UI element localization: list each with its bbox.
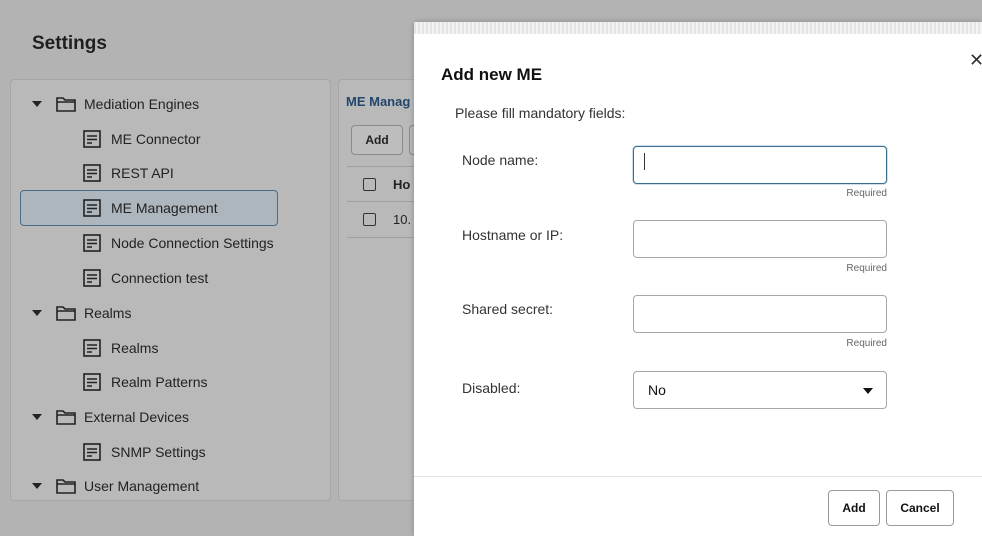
tree-item-node-connection-settings[interactable]: Node Connection Settings <box>83 231 274 255</box>
page-title: Settings <box>32 33 107 54</box>
disabled-label: Disabled: <box>462 380 521 396</box>
row-checkbox[interactable] <box>363 213 376 226</box>
tree-item-label: External Devices <box>84 409 190 425</box>
disabled-select-value: No <box>648 382 666 398</box>
node-name-label: Node name: <box>462 152 539 168</box>
dialog-subtitle: Please fill mandatory fields: <box>455 105 626 121</box>
tree-item-connection-test[interactable]: Connection test <box>83 266 208 290</box>
tree-item-realms[interactable]: Realms <box>83 336 158 360</box>
dialog-title: Add new ME <box>441 65 543 84</box>
tree-item-rest-api[interactable]: REST API <box>83 161 174 185</box>
document-icon <box>83 164 101 182</box>
tree-item-label: ME Connector <box>111 131 201 147</box>
document-icon <box>83 130 101 148</box>
text-cursor <box>644 153 645 170</box>
expand-caret-icon[interactable] <box>32 414 42 420</box>
tree-item-label: ME Management <box>111 200 218 216</box>
dialog-top-edge <box>414 22 982 34</box>
close-icon[interactable]: ✕ <box>969 50 982 71</box>
shared-secret-input[interactable] <box>633 295 887 333</box>
add-button[interactable]: Add <box>828 490 880 526</box>
hostname-required-hint: Required <box>846 263 887 274</box>
document-icon <box>83 234 101 252</box>
document-icon <box>83 373 101 391</box>
tree-item-label: User Management <box>84 478 200 494</box>
hostname-input[interactable] <box>633 220 887 258</box>
expand-caret-icon[interactable] <box>32 483 42 489</box>
tree-item-label: Realms <box>111 340 159 356</box>
tree-item-realms-folder[interactable]: Realms <box>32 301 131 325</box>
document-icon <box>83 199 101 217</box>
chevron-down-icon <box>863 388 873 394</box>
tree-item-me-management[interactable]: ME Management <box>83 196 218 220</box>
shared-secret-label: Shared secret: <box>462 301 554 317</box>
folder-icon <box>56 409 76 425</box>
breadcrumb: ME Manag <box>346 94 411 109</box>
tree-item-external-devices[interactable]: External Devices <box>32 405 189 429</box>
tree-item-mediation-engines[interactable]: Mediation Engines <box>32 92 199 116</box>
tree-item-realm-patterns[interactable]: Realm Patterns <box>83 370 207 394</box>
disabled-select[interactable]: No <box>633 371 887 409</box>
expand-caret-icon[interactable] <box>32 101 42 107</box>
tree-item-label: Realm Patterns <box>111 374 208 390</box>
tree-item-me-connector[interactable]: ME Connector <box>83 127 200 151</box>
shared-secret-required-hint: Required <box>846 338 887 349</box>
folder-icon <box>56 478 76 494</box>
tree-item-label: REST API <box>111 165 174 181</box>
tree-item-label: Realms <box>84 305 132 321</box>
tree-item-label: SNMP Settings <box>111 444 206 460</box>
tree-item-label: Mediation Engines <box>84 96 200 112</box>
footer-divider <box>414 476 982 477</box>
add-me-button[interactable]: Add <box>351 125 403 155</box>
document-icon <box>83 339 101 357</box>
folder-icon <box>56 96 76 112</box>
document-icon <box>83 443 101 461</box>
tree-item-snmp-settings[interactable]: SNMP Settings <box>83 440 206 464</box>
row-host-cell: 10. <box>393 212 412 227</box>
hostname-label: Hostname or IP: <box>462 227 564 243</box>
add-me-dialog: ✕ Add new ME Please fill mandatory field… <box>414 22 982 536</box>
folder-icon <box>56 305 76 321</box>
tree-item-label: Connection test <box>111 270 209 286</box>
expand-caret-icon[interactable] <box>32 310 42 316</box>
document-icon <box>83 269 101 287</box>
node-name-input[interactable] <box>633 146 887 184</box>
select-all-checkbox[interactable] <box>363 178 376 191</box>
node-name-required-hint: Required <box>846 188 887 199</box>
tree-item-label: Node Connection Settings <box>111 235 274 251</box>
column-header-host[interactable]: Ho <box>393 177 410 192</box>
cancel-button[interactable]: Cancel <box>886 490 954 526</box>
tree-item-user-management[interactable]: User Management <box>32 474 199 498</box>
